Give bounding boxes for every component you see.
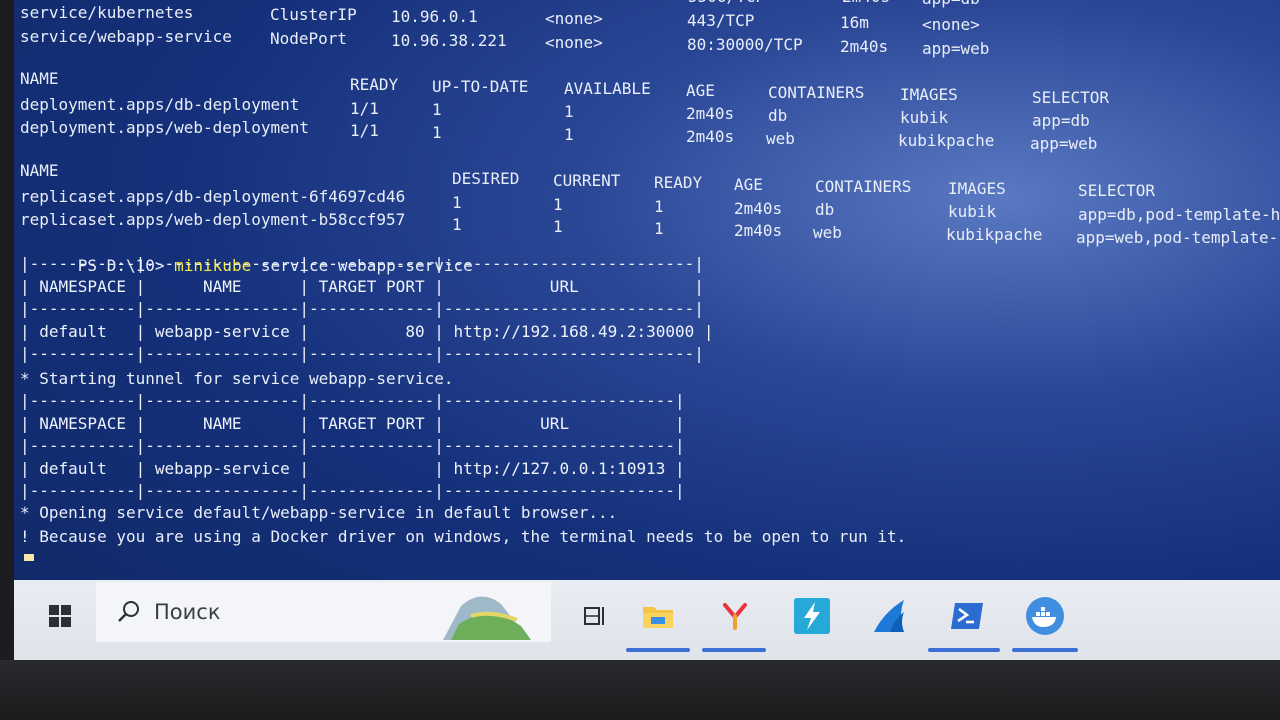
docker-whale-icon	[1026, 597, 1064, 635]
replicaset-name: replicaset.apps/db-deployment-6f4697cd46	[20, 187, 406, 206]
task-view-button[interactable]	[562, 580, 628, 652]
col-header: AVAILABLE	[564, 79, 651, 98]
service-age: 16m	[840, 13, 869, 32]
col-header: SELECTOR	[1032, 88, 1110, 107]
replicaset-selector: app=db,pod-template-h	[1078, 205, 1280, 224]
service-selector: <none>	[922, 15, 980, 34]
col-header: UP-TO-DATE	[432, 77, 529, 96]
col-header: CONTAINERS	[768, 83, 865, 102]
service-url-table: |-----------|----------------|----------…	[20, 254, 714, 363]
col-header: AGE	[686, 81, 715, 100]
deployment-name: deployment.apps/db-deployment	[20, 95, 300, 114]
service-name: service/webapp-service	[20, 27, 232, 46]
replicaset-images: kubik	[948, 202, 997, 221]
opening-message: * Opening service default/webapp-service…	[20, 503, 618, 522]
file-explorer-button[interactable]	[626, 580, 690, 652]
taskbar-search-box[interactable]: Поиск	[96, 582, 551, 642]
replicaset-ready: 1	[654, 219, 664, 238]
deployment-available: 1	[564, 102, 574, 121]
replicaset-name: replicaset.apps/web-deployment-b58ccf957	[20, 210, 406, 229]
col-header: IMAGES	[948, 179, 1006, 198]
warning-message: ! Because you are using a Docker driver …	[20, 527, 907, 546]
powershell-icon	[951, 603, 983, 629]
deployment-selector: app=web	[1030, 134, 1098, 153]
task-view-icon	[584, 607, 604, 625]
col-header: READY	[350, 75, 399, 94]
service-selector: app=web	[922, 39, 990, 58]
replicaset-current: 1	[553, 195, 563, 214]
col-header: SELECTOR	[1078, 181, 1156, 200]
service-type: NodePort	[270, 29, 348, 48]
service-selector-cut: app=db	[922, 0, 980, 10]
service-cluster-ip: 10.96.38.221	[391, 31, 507, 50]
active-indicator	[928, 648, 1000, 652]
replicaset-images: kubikpache	[946, 225, 1043, 244]
deployment-name: deployment.apps/web-deployment	[20, 118, 309, 137]
running-indicator	[1012, 648, 1078, 652]
running-indicator	[626, 648, 690, 652]
search-icon	[118, 601, 139, 622]
replicaset-desired: 1	[452, 193, 462, 212]
deployment-images: kubik	[900, 108, 949, 127]
tunnel-message: * Starting tunnel for service webapp-ser…	[20, 369, 454, 388]
text-cursor	[24, 554, 34, 561]
deployment-ready: 1/1	[350, 99, 379, 118]
service-ports-cut: 5506/TCP	[688, 0, 765, 8]
replicaset-age: 2m40s	[734, 199, 783, 218]
yandex-y-icon	[723, 603, 747, 630]
search-highlight-illustration	[443, 596, 531, 640]
replicaset-selector: app=web,pod-template-	[1076, 228, 1279, 247]
windows-logo-icon	[49, 605, 71, 627]
replicaset-current: 1	[553, 217, 563, 236]
replicaset-containers: web	[813, 223, 842, 242]
deployment-age: 2m40s	[686, 104, 735, 123]
power-automate-button[interactable]	[780, 580, 844, 652]
col-header: CURRENT	[553, 171, 621, 190]
folder-icon	[643, 607, 673, 628]
replicaset-age: 2m40s	[734, 221, 783, 240]
service-ports: 443/TCP	[687, 11, 755, 30]
running-indicator	[702, 648, 766, 652]
monitor-bezel	[0, 660, 1280, 720]
service-ports: 80:30000/TCP	[687, 35, 803, 54]
replicaset-ready: 1	[654, 197, 664, 216]
yandex-browser-button[interactable]	[702, 580, 768, 652]
lightning-app-icon	[794, 598, 830, 634]
shark-fin-icon	[874, 600, 904, 632]
service-age: 2m40s	[840, 37, 889, 56]
tunnel-url-table: |-----------|----------------|----------…	[20, 391, 685, 500]
powershell-button[interactable]	[932, 580, 1002, 652]
deployment-up-to-date: 1	[432, 123, 442, 142]
search-placeholder: Поиск	[154, 600, 221, 624]
deployment-age: 2m40s	[686, 127, 735, 146]
deployment-images: kubikpache	[898, 131, 995, 150]
service-cluster-ip: 10.96.0.1	[391, 7, 478, 26]
service-name: service/kubernetes	[20, 3, 194, 22]
windows-taskbar: Поиск	[14, 580, 1280, 660]
deployment-up-to-date: 1	[432, 100, 442, 119]
col-header: NAME	[20, 69, 59, 88]
col-header: DESIRED	[452, 169, 520, 188]
replicaset-containers: db	[815, 200, 835, 219]
col-header: AGE	[734, 175, 763, 194]
deployment-containers: db	[768, 106, 788, 125]
start-button[interactable]	[32, 580, 88, 652]
docker-desktop-button[interactable]	[1010, 580, 1080, 652]
deployment-containers: web	[766, 129, 795, 148]
service-external-ip: <none>	[545, 33, 603, 52]
col-header: READY	[654, 173, 703, 192]
col-header: IMAGES	[900, 85, 958, 104]
deployment-available: 1	[564, 125, 574, 144]
col-header: CONTAINERS	[815, 177, 912, 196]
col-header: NAME	[20, 161, 59, 180]
service-type: ClusterIP	[270, 5, 357, 24]
powershell-terminal[interactable]: 5506/TCP 2m40s app=db service/kubernetes…	[14, 0, 1280, 580]
fin-app-button[interactable]	[858, 580, 922, 652]
service-age-cut: 2m40s	[842, 0, 890, 8]
deployment-ready: 1/1	[350, 121, 379, 140]
monitor-screen: 5506/TCP 2m40s app=db service/kubernetes…	[14, 0, 1280, 660]
deployment-selector: app=db	[1032, 111, 1090, 130]
service-external-ip: <none>	[545, 9, 603, 28]
